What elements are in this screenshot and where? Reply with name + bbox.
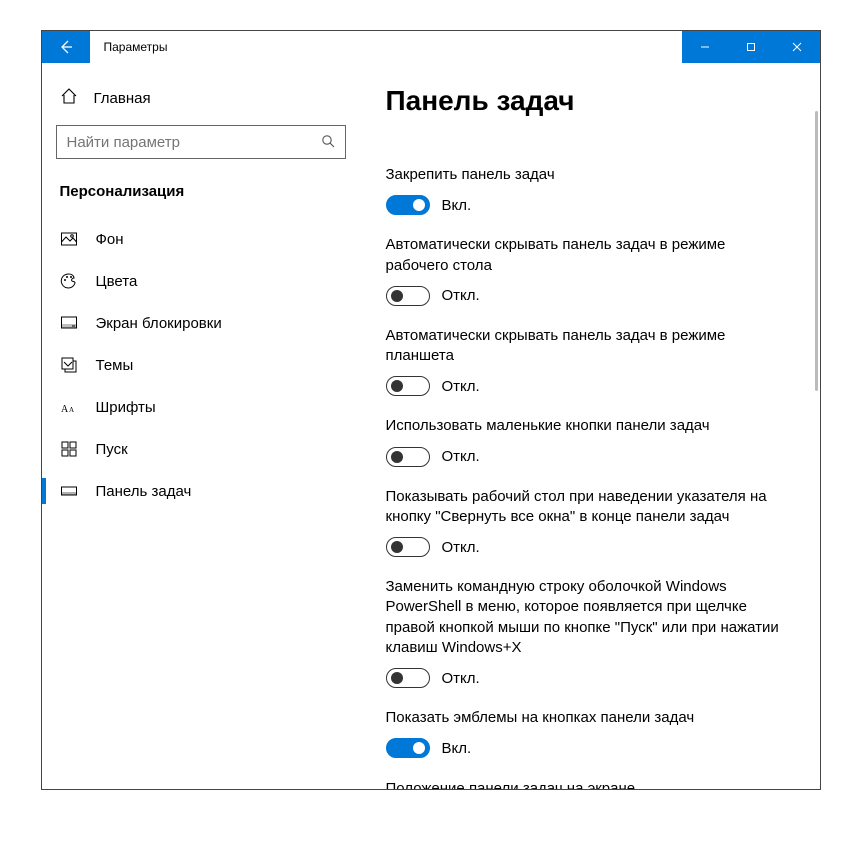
toggle-state-label: Откл. <box>442 378 480 395</box>
minimize-icon <box>700 42 710 52</box>
setting-label: Использовать маленькие кнопки панели зад… <box>386 416 786 436</box>
sidebar-item-colors[interactable]: Цвета <box>56 260 346 302</box>
toggle-row: Откл. <box>386 668 794 688</box>
toggle-state-label: Откл. <box>442 287 480 304</box>
sidebar-item-label: Темы <box>96 357 134 374</box>
sidebar-item-background[interactable]: Фон <box>56 218 346 260</box>
setting-label: Закрепить панель задач <box>386 165 786 185</box>
lockscreen-icon <box>60 314 78 332</box>
fonts-icon: AA <box>60 398 78 416</box>
settings-window: Параметры Главная <box>41 30 821 790</box>
toggle-switch[interactable] <box>386 537 430 557</box>
sidebar-item-label: Пуск <box>96 441 128 458</box>
window-controls <box>682 31 820 63</box>
close-button[interactable] <box>774 31 820 63</box>
setting-6: Показать эмблемы на кнопках панели задач… <box>386 708 794 758</box>
setting-1: Автоматически скрывать панель задач в ре… <box>386 235 794 306</box>
picture-icon <box>60 230 78 248</box>
sidebar-item-label: Цвета <box>96 273 138 290</box>
toggle-row: Вкл. <box>386 195 794 215</box>
themes-icon <box>60 356 78 374</box>
toggle-row: Откл. <box>386 537 794 557</box>
toggle-switch[interactable] <box>386 286 430 306</box>
setting-4: Показывать рабочий стол при наведении ук… <box>386 487 794 558</box>
toggle-switch[interactable] <box>386 668 430 688</box>
arrow-left-icon <box>58 39 74 55</box>
svg-text:A: A <box>61 404 69 415</box>
setting-3: Использовать маленькие кнопки панели зад… <box>386 416 794 466</box>
toggle-state-label: Откл. <box>442 448 480 465</box>
maximize-icon <box>746 42 756 52</box>
taskbar-icon <box>60 482 78 500</box>
window-title: Параметры <box>90 31 682 63</box>
toggle-row: Откл. <box>386 376 794 396</box>
maximize-button[interactable] <box>728 31 774 63</box>
titlebar: Параметры <box>42 31 820 63</box>
content-pane: Панель задач Закрепить панель задач Вкл. А… <box>360 63 820 789</box>
toggle-switch[interactable] <box>386 447 430 467</box>
toggle-switch[interactable] <box>386 738 430 758</box>
toggle-switch[interactable] <box>386 376 430 396</box>
toggle-state-label: Вкл. <box>442 197 472 214</box>
toggle-row: Вкл. <box>386 738 794 758</box>
toggle-row: Откл. <box>386 447 794 467</box>
sidebar-item-start[interactable]: Пуск <box>56 428 346 470</box>
category-heading: Персонализация <box>56 179 346 218</box>
minimize-button[interactable] <box>682 31 728 63</box>
sidebar-item-label: Панель задач <box>96 483 192 500</box>
sidebar: Главная Персонализация Фон Цвета <box>42 63 360 789</box>
toggle-knob <box>391 672 403 684</box>
nav-home[interactable]: Главная <box>56 77 346 125</box>
start-icon <box>60 440 78 458</box>
page-title: Панель задач <box>386 85 794 117</box>
setting-label: Показывать рабочий стол при наведении ук… <box>386 487 786 528</box>
sidebar-item-label: Фон <box>96 231 124 248</box>
toggle-knob <box>391 541 403 553</box>
scrollbar[interactable] <box>815 111 818 391</box>
search-box[interactable] <box>56 125 346 159</box>
toggle-row: Откл. <box>386 286 794 306</box>
setting-label: Заменить командную строку оболочкой Wind… <box>386 577 786 658</box>
setting-label: Автоматически скрывать панель задач в ре… <box>386 326 786 367</box>
setting-0: Закрепить панель задач Вкл. <box>386 165 794 215</box>
toggle-state-label: Вкл. <box>442 740 472 757</box>
sidebar-item-themes[interactable]: Темы <box>56 344 346 386</box>
toggle-switch[interactable] <box>386 195 430 215</box>
back-button[interactable] <box>42 31 90 63</box>
nav-list: Фон Цвета Экран блокировки Темы AA Шрифт… <box>56 218 346 512</box>
setting-5: Заменить командную строку оболочкой Wind… <box>386 577 794 688</box>
setting-label: Показать эмблемы на кнопках панели задач <box>386 708 786 728</box>
svg-text:A: A <box>69 406 74 414</box>
close-icon <box>792 42 802 52</box>
sidebar-item-label: Шрифты <box>96 399 156 416</box>
taskbar-position-heading: Положение панели задач на экране <box>386 780 794 789</box>
home-icon <box>60 87 78 109</box>
search-input[interactable] <box>67 134 321 151</box>
sidebar-item-label: Экран блокировки <box>96 315 222 332</box>
sidebar-item-taskbar[interactable]: Панель задач <box>56 470 346 512</box>
toggle-state-label: Откл. <box>442 539 480 556</box>
sidebar-item-fonts[interactable]: AA Шрифты <box>56 386 346 428</box>
toggle-knob <box>391 380 403 392</box>
sidebar-item-lockscreen[interactable]: Экран блокировки <box>56 302 346 344</box>
toggle-knob <box>413 199 425 211</box>
toggle-knob <box>391 290 403 302</box>
toggle-knob <box>413 742 425 754</box>
setting-label: Автоматически скрывать панель задач в ре… <box>386 235 786 276</box>
search-icon <box>321 134 335 151</box>
setting-2: Автоматически скрывать панель задач в ре… <box>386 326 794 397</box>
toggle-knob <box>391 451 403 463</box>
palette-icon <box>60 272 78 290</box>
nav-home-label: Главная <box>94 90 151 107</box>
toggle-state-label: Откл. <box>442 670 480 687</box>
